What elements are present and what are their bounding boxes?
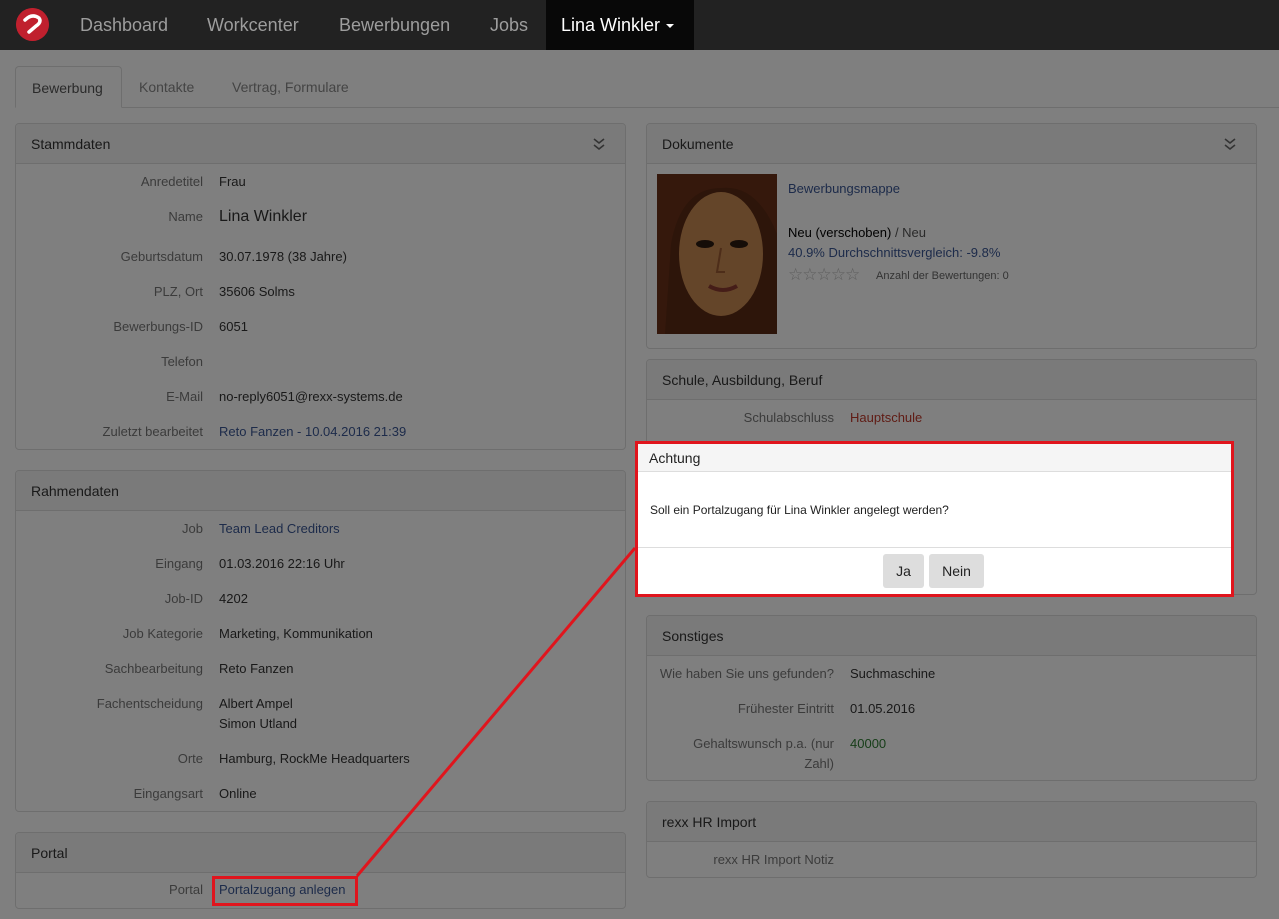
rating-stars-icon[interactable]: ☆☆☆☆☆ [788,265,860,285]
label: Anredetitel [140,174,203,189]
value: Hauptschule [850,410,923,425]
label: Job Kategorie [122,626,203,641]
value: 01.03.2016 22:16 Uhr [219,556,345,571]
value-2: Simon Utland [219,716,298,731]
label: rexx HR Import Notiz [713,852,834,867]
double-chevron-down-icon[interactable] [1224,137,1236,151]
value: 35606 Solms [219,284,295,299]
rahmendaten-title: Rahmendaten [31,483,119,499]
label: Wie haben Sie uns gefunden? [659,666,834,681]
stammdaten-title: Stammdaten [31,136,111,152]
top-navbar: Dashboard Workcenter Bewerbungen Jobs Li… [0,0,1279,50]
dialog-title: Achtung [638,444,1231,472]
dialog-message: Soll ein Portalzugang für Lina Winkler a… [638,472,1231,548]
label: Name [168,209,203,224]
label: Fachentscheidung [96,696,203,711]
sonstiges-panel: Sonstiges Wie haben Sie uns gefunden? Suc… [646,615,1257,781]
nav-workcenter[interactable]: Workcenter [207,0,299,50]
schule-title: Schule, Ausbildung, Beruf [662,372,823,388]
highlight-portal-link [212,876,358,906]
tab-kontakte[interactable]: Kontakte [123,66,210,108]
value: Albert Ampel [219,696,293,711]
value: Suchmaschine [850,666,936,681]
status-rest: / Neu [891,225,927,240]
value: Frau [219,174,246,189]
label: Schulabschluss [743,410,834,425]
email-value[interactable]: no-reply6051@rexx-systems.de [219,389,403,404]
nein-button[interactable]: Nein [929,554,984,588]
label-2: Zahl) [804,756,834,771]
last-edited-link[interactable]: Reto Fanzen - 10.04.2016 21:39 [219,424,406,439]
label: Geburtsdatum [120,249,203,264]
rahmendaten-heading: Rahmendaten [16,471,625,511]
rexx-logo-icon[interactable] [16,8,49,41]
value: Hamburg, RockMe Headquarters [219,751,410,766]
dokumente-panel: Dokumente Bewerbungsmappe Neu (verschobe… [646,123,1257,349]
value: 4202 [219,591,248,606]
value: Marketing, Kommunikation [219,626,373,641]
stammdaten-panel: Stammdaten Anredetitel Frau Name Lina Wink… [15,123,626,450]
import-title: rexx HR Import [662,814,757,830]
sonstiges-title: Sonstiges [662,628,724,644]
sonstiges-heading: Sonstiges [647,616,1256,656]
bewerbungsmappe-link[interactable]: Bewerbungsmappe [788,181,900,196]
label: Eingang [155,556,203,571]
dokumente-title: Dokumente [662,136,734,152]
nav-dashboard[interactable]: Dashboard [80,0,168,50]
nav-jobs[interactable]: Jobs [490,0,528,50]
portal-heading: Portal [16,833,625,873]
value: 40000 [850,736,887,751]
label: Orte [177,751,203,766]
user-name: Lina Winkler [561,15,661,35]
label: Bewerbungs-ID [113,319,203,334]
label: Sachbearbeitung [104,661,203,676]
tab-vertrag-formulare[interactable]: Vertrag, Formulare [216,66,365,108]
double-chevron-down-icon[interactable] [593,137,605,151]
tab-bewerbung[interactable]: Bewerbung [15,66,122,108]
label: Job [182,521,203,536]
label: Portal [169,882,203,897]
job-link[interactable]: Team Lead Creditors [219,521,340,536]
ja-button[interactable]: Ja [883,554,924,588]
stammdaten-heading: Stammdaten [16,124,625,164]
import-panel: rexx HR Import rexx HR Import Notiz [646,801,1257,878]
import-heading: rexx HR Import [647,802,1256,842]
value: Lina Winkler [219,208,308,225]
schule-heading: Schule, Ausbildung, Beruf [647,360,1256,400]
applicant-photo[interactable] [657,174,777,334]
portal-title: Portal [31,845,68,861]
label: Frühester Eintritt [737,701,834,716]
value: 6051 [219,319,248,334]
label: Eingangsart [133,786,203,801]
status-bold: Neu (verschoben) [788,225,892,240]
rahmendaten-panel: Rahmendaten Job Team Lead Creditors Einga… [15,470,626,812]
label: PLZ, Ort [153,284,203,299]
label: Gehaltswunsch p.a. (nur [693,736,834,751]
nav-bewerbungen[interactable]: Bewerbungen [339,0,450,50]
value: Online [219,786,257,801]
ratings-count: Anzahl der Bewertungen: 0 [876,270,1009,282]
value: 30.07.1978 (38 Jahre) [219,249,347,264]
value: 01.05.2016 [850,701,916,716]
label: Zuletzt bearbeitet [102,424,203,439]
tab-bar: Bewerbung Kontakte Vertrag, Formulare [15,66,1279,108]
caret-down-icon [666,24,675,29]
label: Telefon [161,354,203,369]
nav-user-menu[interactable]: Lina Winkler [546,0,694,50]
confirm-dialog: Achtung Soll ein Portalzugang für Lina W… [635,441,1234,597]
dokumente-heading: Dokumente [647,124,1256,164]
compare-link[interactable]: 40.9% Durchschnittsvergleich: -9.8% [788,245,1000,260]
label: E-Mail [166,389,203,404]
label: Job-ID [164,591,203,606]
value: Reto Fanzen [219,661,294,676]
